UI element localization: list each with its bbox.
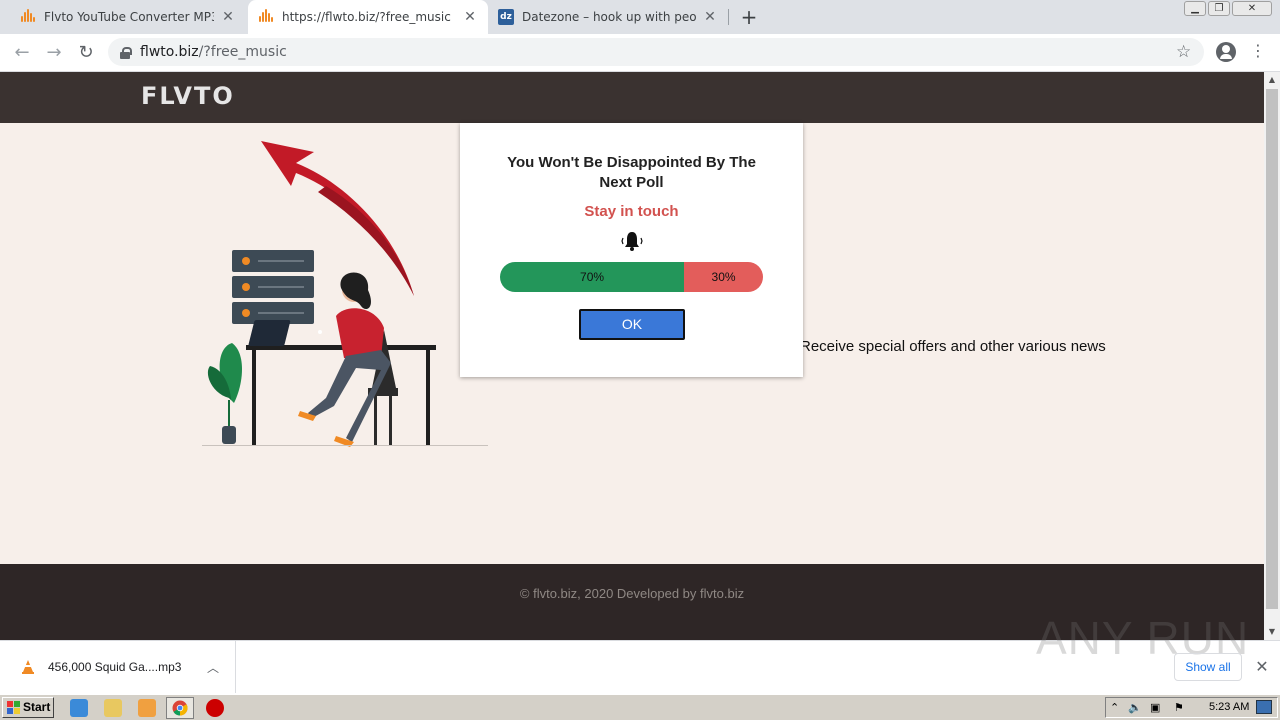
tab-flwto-free-music[interactable]: https://flwto.biz/?free_music ✕ [248,0,488,34]
poll-segment-yes[interactable]: 70% [500,262,685,292]
reload-icon[interactable]: ↻ [74,41,98,65]
chrome-taskbar-button[interactable] [166,697,194,719]
flvto-wave-icon [20,9,36,25]
restore-button[interactable]: ❐ [1208,1,1230,16]
show-all-button[interactable]: Show all [1174,653,1242,681]
poll-bar: 70% 30% [500,262,763,292]
download-file-name: 456,000 Squid Ga....mp3 [48,660,182,674]
windows-flag-icon [7,701,20,714]
site-header: FLVTO [0,72,1264,123]
opera-icon[interactable] [206,699,224,717]
scrollbar-thumb[interactable] [1266,89,1278,609]
page-scrollbar[interactable]: ▲ ▼ [1264,72,1280,640]
footer-copyright: © flvto.biz, 2020 Developed by flvto.biz [519,586,745,601]
close-icon[interactable]: ✕ [1252,657,1272,676]
ok-button[interactable]: OK [579,309,685,340]
folder-icon[interactable] [104,699,122,717]
tab-separator [728,9,729,25]
media-player-icon[interactable] [138,699,156,717]
back-arrow-icon[interactable]: ← [10,41,34,65]
flvto-wave-icon [258,9,274,25]
chevron-up-icon[interactable]: ︿ [203,659,223,676]
tab-strip: Flvto YouTube Converter MP3 - Free ✕ htt… [0,0,1280,34]
internet-explorer-icon[interactable] [70,699,88,717]
system-tray: ⌃ 🔈 ▣ ⚑ 5:23 AM [1105,697,1278,718]
scroll-up-arrow-icon[interactable]: ▲ [1264,72,1280,88]
tray-expand-icon[interactable]: ⌃ [1110,701,1119,714]
url-path: /?free_music [198,44,287,60]
minimize-button[interactable]: ▁ [1184,1,1206,16]
site-logo[interactable]: FLVTO [141,82,235,110]
offer-text: Receive special offers and other various… [800,338,1106,355]
tab-close-icon[interactable]: ✕ [462,9,478,25]
menu-dots-icon[interactable]: ⋮ [1250,41,1266,60]
chrome-icon [172,700,188,716]
poll-modal: You Won't Be Disappointed By The Next Po… [460,123,803,377]
datezone-icon: dz [498,9,514,25]
profile-avatar-icon[interactable] [1216,42,1236,62]
network-icon[interactable]: ▣ [1150,701,1160,714]
tab-flvto-converter[interactable]: Flvto YouTube Converter MP3 - Free ✕ [10,0,246,34]
modal-subtitle: Stay in touch [584,203,679,220]
lock-icon [120,46,132,59]
forward-arrow-icon[interactable]: → [42,41,66,65]
desktop-icon[interactable] [1256,700,1272,714]
modal-title: You Won't Be Disappointed By The Next Po… [507,154,756,191]
start-label: Start [23,700,51,714]
volume-icon[interactable]: 🔈 [1128,701,1142,714]
address-bar[interactable]: flwto.biz/?free_music [108,38,1204,66]
scroll-down-arrow-icon[interactable]: ▼ [1264,624,1280,640]
start-button[interactable]: Start [2,697,54,718]
download-bar: 456,000 Squid Ga....mp3 ︿ ANY RUN Show a… [0,612,1280,693]
download-item[interactable]: 456,000 Squid Ga....mp3 ︿ [0,641,236,693]
woman-at-desk-illustration [202,141,488,447]
tab-close-icon[interactable]: ✕ [220,9,236,25]
windows-taskbar: Start ⌃ 🔈 ▣ ⚑ 5:23 AM [0,694,1280,720]
url-domain: flwto.biz [140,44,199,60]
clock[interactable]: 5:23 AM [1209,701,1249,713]
flag-icon[interactable]: ⚑ [1174,701,1184,714]
vlc-cone-icon [22,660,34,674]
tab-close-icon[interactable]: ✕ [702,9,718,25]
tab-title: https://flwto.biz/?free_music [282,10,451,24]
bookmark-star-icon[interactable]: ☆ [1176,42,1191,62]
tab-datezone[interactable]: dz Datezone – hook up with people! ✕ [488,0,728,34]
tab-title: Flvto YouTube Converter MP3 - Free [44,10,214,24]
tab-title: Datezone – hook up with people! [522,10,696,24]
web-page: FLVTO Receive special offers and other v… [0,72,1264,640]
poll-segment-no[interactable]: 30% [684,262,763,292]
window-close-button[interactable]: ✕ [1232,1,1272,16]
bell-ringing-icon [621,232,643,251]
new-tab-button[interactable]: + [738,6,760,28]
